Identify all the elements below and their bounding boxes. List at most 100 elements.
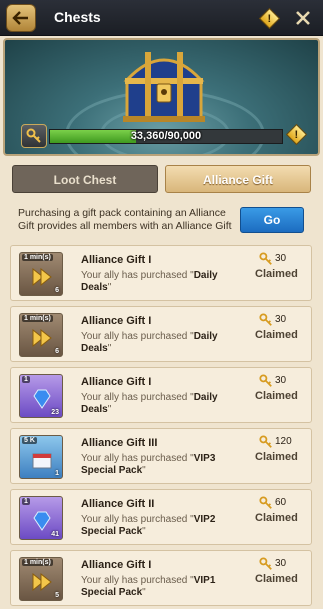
claimed-status: Claimed (255, 573, 298, 585)
alliance-gift-description: Purchasing a gift pack containing an All… (18, 207, 232, 232)
claimed-status: Claimed (255, 329, 298, 341)
gift-source-prefix: Your ally has purchased " (81, 392, 194, 403)
gift-source-prefix: Your ally has purchased " (81, 514, 194, 525)
info-button[interactable]: ! (258, 7, 280, 29)
thumbnail-count: 23 (51, 409, 59, 416)
key-icon (259, 557, 272, 570)
gift-source-prefix: Your ally has purchased " (81, 453, 194, 464)
speedup-arrow-icon (32, 328, 52, 348)
key-icon (259, 313, 272, 326)
gift-source-suffix: " (142, 465, 146, 476)
chest-banner: 33,360/90,000 ! (3, 38, 320, 156)
key-icon (259, 435, 272, 448)
gift-source-text: Your ally has purchased "VIP1 Special Pa… (81, 575, 231, 599)
key-reward-count: 30 (275, 314, 287, 325)
gift-source-text: Your ally has purchased "Daily Deals" (81, 392, 231, 416)
supply-box-icon (32, 453, 52, 469)
gift-source-prefix: Your ally has purchased " (81, 331, 194, 342)
key-reward: 30 (259, 313, 299, 327)
gift-thumbnail: 1 41 (19, 496, 63, 540)
progress-text: 33,360/90,000 (130, 130, 202, 142)
gift-thumbnail: 1 min(s) 6 (19, 313, 63, 357)
gift-source-prefix: Your ally has purchased " (81, 575, 194, 586)
back-button[interactable] (6, 4, 36, 32)
gift-row: 1 23 Alliance Gift I Your ally has purchase… (10, 367, 312, 423)
key-reward: 30 (259, 374, 299, 388)
gift-row: 1 min(s) 5 Alliance Gift I Your ally has pu… (10, 550, 312, 606)
key-badge (21, 124, 47, 148)
gift-title: Alliance Gift I (81, 315, 152, 327)
thumbnail-count: 1 (55, 470, 59, 477)
key-reward: 120 (259, 435, 299, 449)
close-button[interactable] (292, 7, 314, 29)
thumbnail-count: 6 (55, 348, 59, 355)
progress-info-button[interactable]: ! (285, 123, 308, 146)
key-icon (259, 252, 272, 265)
key-reward-count: 120 (275, 436, 292, 447)
key-reward-count: 60 (275, 497, 287, 508)
back-arrow-icon (12, 11, 28, 25)
gift-source-text: Your ally has purchased "Daily Deals" (81, 270, 231, 294)
thumbnail-tag: 1 (22, 376, 30, 383)
go-button[interactable]: Go (240, 207, 304, 233)
gift-thumbnail: 5 K 1 (19, 435, 63, 479)
treasure-chest-icon (123, 52, 205, 122)
claimed-status: Claimed (255, 512, 298, 524)
key-icon (259, 374, 272, 387)
gift-source-prefix: Your ally has purchased " (81, 270, 194, 281)
gift-source-text: Your ally has purchased "Daily Deals" (81, 331, 231, 355)
gift-source-text: Your ally has purchased "VIP3 Special Pa… (81, 453, 231, 477)
thumbnail-count: 41 (51, 531, 59, 538)
claimed-status: Claimed (255, 390, 298, 402)
close-icon (296, 11, 310, 25)
gift-source-suffix: " (142, 587, 146, 598)
thumbnail-tag: 1 (22, 498, 30, 505)
gem-icon (33, 389, 51, 409)
gift-source-suffix: " (107, 282, 112, 293)
thumbnail-tag: 1 min(s) (22, 315, 53, 322)
speedup-arrow-icon (32, 572, 52, 592)
gift-thumbnail: 1 min(s) 6 (19, 252, 63, 296)
exclamation-icon: ! (285, 123, 308, 146)
speedup-arrow-icon (32, 267, 52, 287)
gift-title: Alliance Gift III (81, 437, 158, 449)
exclamation-icon: ! (258, 7, 280, 29)
gem-icon (33, 511, 51, 531)
key-icon (259, 496, 272, 509)
key-icon (26, 128, 41, 143)
thumbnail-count: 6 (55, 287, 59, 294)
claimed-status: Claimed (255, 268, 298, 280)
gift-title: Alliance Gift I (81, 559, 152, 571)
key-reward: 30 (259, 252, 299, 266)
gift-source-suffix: " (107, 343, 112, 354)
page-title: Chests (54, 9, 101, 25)
gift-row: 1 min(s) 6 Alliance Gift I Your ally has pu… (10, 306, 312, 362)
gift-thumbnail: 1 23 (19, 374, 63, 418)
progress-bar: 33,360/90,000 (49, 129, 283, 144)
chest-progress: 33,360/90,000 ! (21, 123, 308, 148)
chests-screen: Chests ! 33,360/90,000 ! Loot Chest Alli… (0, 0, 323, 609)
tab-alliance-gift[interactable]: Alliance Gift (165, 165, 311, 193)
key-reward-count: 30 (275, 558, 287, 569)
tab-loot-chest[interactable]: Loot Chest (12, 165, 158, 193)
gift-row: 5 K 1 Alliance Gift III Your ally has purch… (10, 428, 312, 484)
gift-row: 1 min(s) 6 Alliance Gift I Your ally has pu… (10, 245, 312, 301)
thumbnail-tag: 5 K (22, 437, 37, 444)
gift-source-suffix: " (142, 526, 146, 537)
gift-title: Alliance Gift II (81, 498, 155, 510)
key-reward: 60 (259, 496, 299, 510)
claimed-status: Claimed (255, 451, 298, 463)
thumbnail-tag: 1 min(s) (22, 254, 53, 261)
key-reward: 30 (259, 557, 299, 571)
thumbnail-tag: 1 min(s) (22, 559, 53, 566)
gift-title: Alliance Gift I (81, 376, 152, 388)
thumbnail-count: 5 (55, 592, 59, 599)
key-reward-count: 30 (275, 253, 287, 264)
gift-thumbnail: 1 min(s) 5 (19, 557, 63, 601)
gift-title: Alliance Gift I (81, 254, 152, 266)
gift-source-suffix: " (107, 404, 112, 415)
chest-tabs: Loot Chest Alliance Gift (12, 165, 312, 193)
gift-row: 1 41 Alliance Gift II Your ally has purchas… (10, 489, 312, 545)
key-reward-count: 30 (275, 375, 287, 386)
gift-source-text: Your ally has purchased "VIP2 Special Pa… (81, 514, 231, 538)
